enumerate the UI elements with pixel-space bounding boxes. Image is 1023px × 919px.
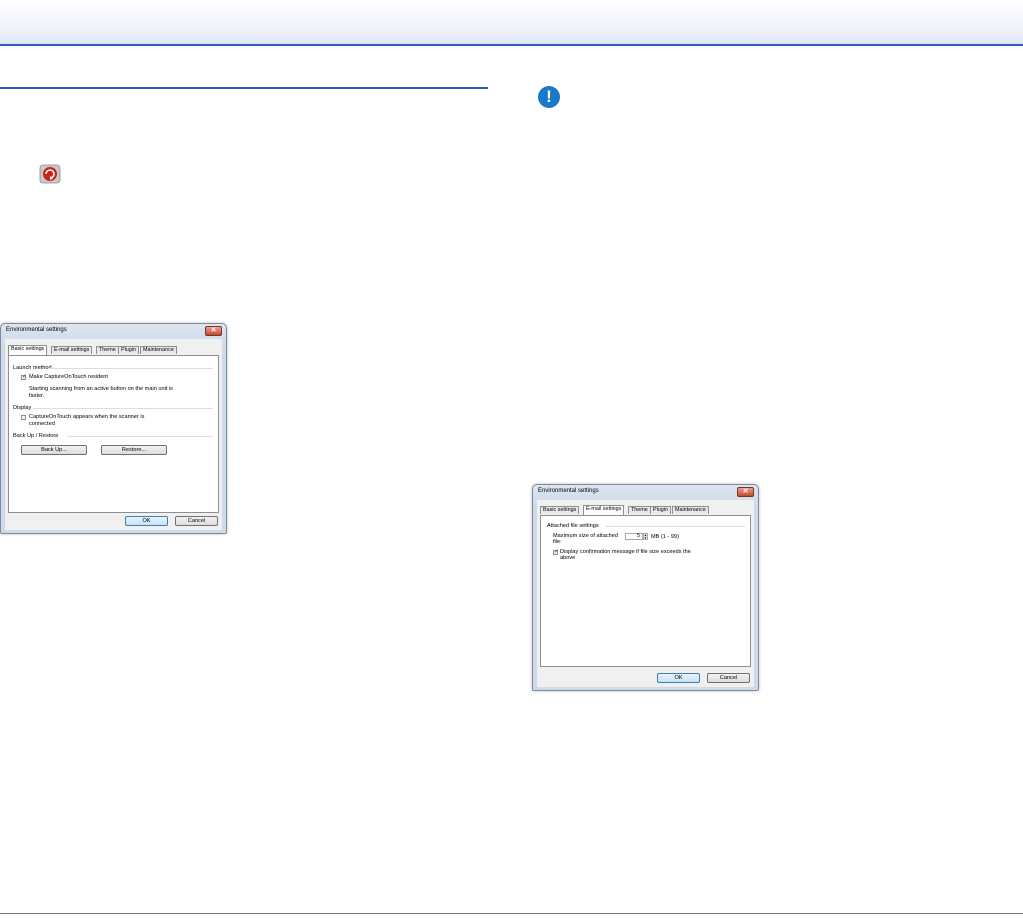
group-separator bbox=[49, 368, 213, 369]
tab-theme[interactable]: Theme bbox=[628, 506, 651, 514]
environmental-settings-dialog-basic: Environmental settings ✕ Basic settings … bbox=[0, 323, 227, 534]
tab-basic-settings[interactable]: Basic settings bbox=[540, 506, 580, 514]
spinner-arrows-icon[interactable]: ▲ ▼ bbox=[643, 533, 648, 540]
tab-maintenance[interactable]: Maintenance bbox=[672, 506, 709, 514]
appears-label-line1: CaptureOnTouch appears when the scanner … bbox=[29, 414, 145, 420]
captureontouch-icon bbox=[39, 164, 61, 184]
section-divider bbox=[0, 87, 488, 89]
tab-email-settings[interactable]: E-mail settings bbox=[51, 346, 93, 354]
group-separator bbox=[67, 436, 213, 437]
dialog-body: Basic settings E-mail settings Theme Plu… bbox=[537, 500, 754, 687]
dialog-title: Environmental settings bbox=[538, 488, 599, 494]
display-group-label: Display bbox=[13, 405, 32, 411]
appears-when-connected-checkbox[interactable] bbox=[21, 415, 26, 420]
page-header-bar bbox=[0, 0, 1023, 46]
close-icon[interactable]: ✕ bbox=[737, 487, 754, 497]
tab-panel: Attached file settings Maximum size of a… bbox=[540, 515, 751, 667]
tab-maintenance[interactable]: Maintenance bbox=[140, 346, 177, 354]
important-notice-icon: ! bbox=[538, 86, 560, 108]
group-separator bbox=[605, 526, 745, 527]
attached-file-group-label: Attached file settings bbox=[547, 523, 599, 529]
max-size-label-line1: Maximum size of attached bbox=[553, 533, 618, 539]
cancel-button[interactable]: Cancel bbox=[175, 516, 218, 526]
cancel-button[interactable]: Cancel bbox=[707, 673, 750, 683]
tab-plugin[interactable]: Plugin bbox=[118, 346, 139, 354]
make-resident-label: Make CaptureOnTouch resident bbox=[29, 374, 108, 380]
close-icon[interactable]: ✕ bbox=[205, 326, 222, 336]
confirm-label-line2: above bbox=[560, 555, 576, 561]
tab-panel: Launch method Make CaptureOnTouch reside… bbox=[8, 355, 219, 513]
confirm-label-line1: Display confirmation message if file siz… bbox=[560, 549, 691, 555]
max-size-label-line2: file: bbox=[553, 539, 562, 545]
footer-divider bbox=[0, 913, 1023, 914]
backup-button[interactable]: Back Up... bbox=[21, 445, 87, 455]
dialog-body: Basic settings E-mail settings Theme Plu… bbox=[5, 339, 222, 530]
backup-restore-group-label: Back Up / Restore bbox=[13, 433, 59, 439]
tab-theme[interactable]: Theme bbox=[96, 346, 119, 354]
resident-note-line1: Starting scanning from an active button … bbox=[29, 386, 173, 392]
tab-plugin[interactable]: Plugin bbox=[650, 506, 671, 514]
confirm-exceed-checkbox[interactable] bbox=[553, 548, 559, 555]
tab-email-settings[interactable]: E-mail settings bbox=[583, 505, 625, 515]
launch-method-group-label: Launch method bbox=[13, 365, 52, 371]
tab-basic-settings[interactable]: Basic settings bbox=[8, 345, 48, 355]
dialog-title: Environmental settings bbox=[6, 327, 67, 333]
max-size-spinner-input[interactable]: 5 bbox=[625, 533, 643, 540]
make-resident-checkbox[interactable] bbox=[21, 373, 27, 380]
ok-button[interactable]: OK bbox=[657, 673, 700, 683]
ok-button[interactable]: OK bbox=[125, 516, 168, 526]
resident-note-line2: faster. bbox=[29, 393, 45, 399]
group-separator bbox=[33, 408, 213, 409]
environmental-settings-dialog-email: Environmental settings ✕ Basic settings … bbox=[532, 484, 759, 691]
max-size-unit: MB (1 - 99) bbox=[651, 534, 679, 540]
restore-button[interactable]: Restore... bbox=[101, 445, 167, 455]
appears-label-line2: connected bbox=[29, 421, 55, 427]
